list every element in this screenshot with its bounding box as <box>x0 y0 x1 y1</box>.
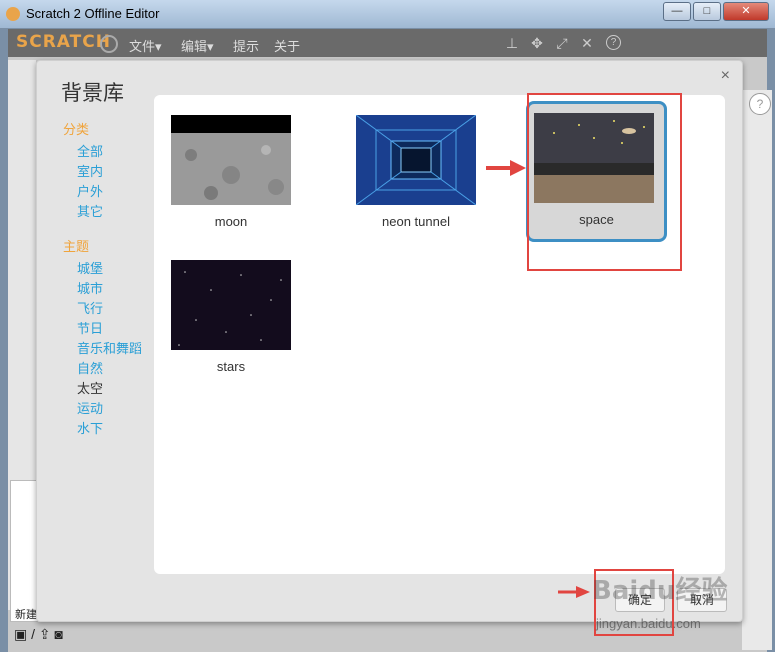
menu-about[interactable]: 关于 <box>274 36 300 55</box>
backdrop-tile-neon-tunnel[interactable]: neon tunnel <box>351 110 481 240</box>
theme-music-dance[interactable]: 音乐和舞蹈 <box>63 339 163 359</box>
backdrop-label: stars <box>216 359 246 374</box>
annotation-arrow-right <box>486 160 526 176</box>
theme-castle[interactable]: 城堡 <box>63 259 163 279</box>
baidu-watermark-url: jingyan.baidu.com <box>596 616 701 631</box>
sprite-thumbnail-panel <box>10 480 38 622</box>
new-sprite-label: 新建 <box>15 609 37 621</box>
window-titlebar: Scratch 2 Offline Editor — □ ✕ <box>0 0 775 28</box>
backdrop-label: moon <box>214 214 248 229</box>
category-other[interactable]: 其它 <box>63 202 163 222</box>
scratch-cat-icon <box>6 7 20 21</box>
upload-icon[interactable]: ⇪ <box>39 626 51 642</box>
moon-thumbnail <box>171 115 291 205</box>
dialog-title: 背景库 <box>61 82 124 105</box>
help-icon[interactable]: ? <box>606 35 621 50</box>
scratch-logo[interactable]: SCRATCH <box>16 32 111 52</box>
window-title: Scratch 2 Offline Editor <box>26 6 160 21</box>
shrink-icon[interactable]: ✕ <box>579 35 595 51</box>
category-all[interactable]: 全部 <box>63 142 163 162</box>
close-window-button[interactable]: ✕ <box>723 2 769 21</box>
minimize-button[interactable]: — <box>663 2 691 21</box>
stamp-icon[interactable]: ⊥ <box>504 35 520 51</box>
backdrop-label: neon tunnel <box>382 214 450 229</box>
theme-city[interactable]: 城市 <box>63 279 163 299</box>
category-outdoors[interactable]: 户外 <box>63 182 163 202</box>
theme-underwater[interactable]: 水下 <box>63 419 163 439</box>
theme-nature[interactable]: 自然 <box>63 359 163 379</box>
category-heading: 分类 <box>63 122 90 137</box>
cut-icon[interactable]: ✥ <box>529 35 545 51</box>
baidu-watermark: Baidu经验 <box>592 576 728 606</box>
theme-sports[interactable]: 运动 <box>63 399 163 419</box>
theme-flying[interactable]: 飞行 <box>63 299 163 319</box>
maximize-button[interactable]: □ <box>693 2 721 21</box>
theme-heading: 主题 <box>63 239 90 254</box>
backdrop-tile-moon[interactable]: moon <box>166 110 296 240</box>
theme-space[interactable]: 太空 <box>63 379 163 399</box>
annotation-box-space <box>527 93 682 271</box>
annotation-arrow-ok <box>558 586 590 598</box>
new-backdrop-tools: ▣ / ⇪ ◙ <box>14 626 63 643</box>
category-indoors[interactable]: 室内 <box>63 162 163 182</box>
brush-icon[interactable]: / <box>31 626 35 642</box>
grow-icon[interactable]: ⤢ <box>554 35 570 51</box>
neon-tunnel-thumbnail <box>356 115 476 205</box>
menu-file[interactable]: 文件▾ <box>129 36 162 55</box>
theme-holiday[interactable]: 节日 <box>63 319 163 339</box>
menubar: SCRATCH 文件▾ 编辑▾ 提示 关于 ⊥ ✥ ⤢ ✕ ? <box>8 29 767 57</box>
paint-icon[interactable]: ▣ <box>14 626 27 642</box>
camera-icon[interactable]: ◙ <box>55 626 63 642</box>
menu-tips[interactable]: 提示 <box>233 36 259 55</box>
help-icon[interactable]: ? <box>749 93 771 115</box>
backdrop-tile-stars[interactable]: stars <box>166 255 296 385</box>
stars-thumbnail <box>171 260 291 350</box>
library-sidebar: 分类 全部 室内 户外 其它 主题 城堡 城市 飞行 节日 音乐和舞蹈 自然 太… <box>63 119 163 439</box>
menu-edit[interactable]: 编辑▾ <box>181 36 214 55</box>
close-icon[interactable]: × <box>721 67 730 85</box>
window-controls: — □ ✕ <box>663 2 769 21</box>
scripts-area-strip <box>742 90 772 650</box>
language-globe-icon[interactable] <box>100 35 118 53</box>
